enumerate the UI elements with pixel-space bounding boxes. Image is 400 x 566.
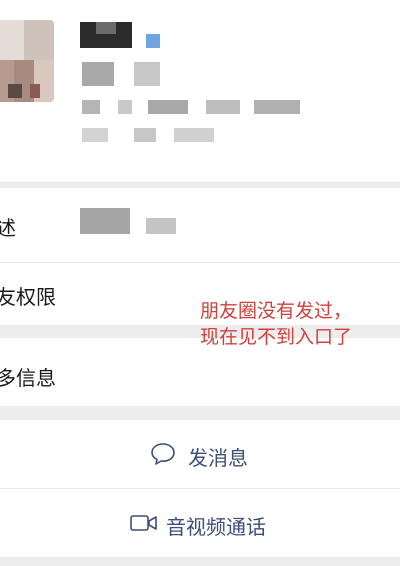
annotation-line-1: 朋友圈没有发过， (200, 300, 353, 322)
wechat-id-redacted (82, 100, 100, 114)
chat-bubble-icon (150, 442, 176, 470)
video-camera-icon (130, 513, 158, 537)
row-description-label: 述 (0, 216, 16, 240)
avatar[interactable] (0, 20, 54, 102)
send-message-label: 发消息 (188, 446, 248, 470)
wechat-id-redacted-3 (148, 100, 188, 114)
region-redacted-2 (134, 128, 156, 142)
send-message-button[interactable]: 发消息 (0, 420, 400, 488)
row-description[interactable]: 述 (0, 188, 400, 262)
annotation-note: 朋友圈没有发过， 现在见不到入口了 (200, 298, 352, 350)
wechat-id-redacted-2 (118, 100, 132, 114)
av-call-label: 音视频通话 (166, 515, 266, 539)
nickname-redacted-2 (96, 22, 116, 34)
gender-badge (146, 34, 160, 48)
wechat-id-redacted-4 (206, 100, 240, 114)
remark-redacted-2 (134, 62, 160, 86)
description-redacted (80, 208, 130, 234)
av-call-button[interactable]: 音视频通话 (0, 489, 400, 557)
remark-redacted (82, 62, 114, 86)
description-redacted-2 (146, 218, 176, 234)
region-redacted-3 (174, 128, 214, 142)
divider (0, 182, 400, 183)
row-more-info-label: 多信息 (0, 366, 56, 390)
annotation-line-2: 现在见不到入口了 (200, 326, 353, 348)
region-redacted (82, 128, 108, 142)
row-moments-permission-label: 友权限 (0, 285, 56, 309)
wechat-id-redacted-5 (254, 100, 300, 114)
profile-header (0, 0, 400, 182)
